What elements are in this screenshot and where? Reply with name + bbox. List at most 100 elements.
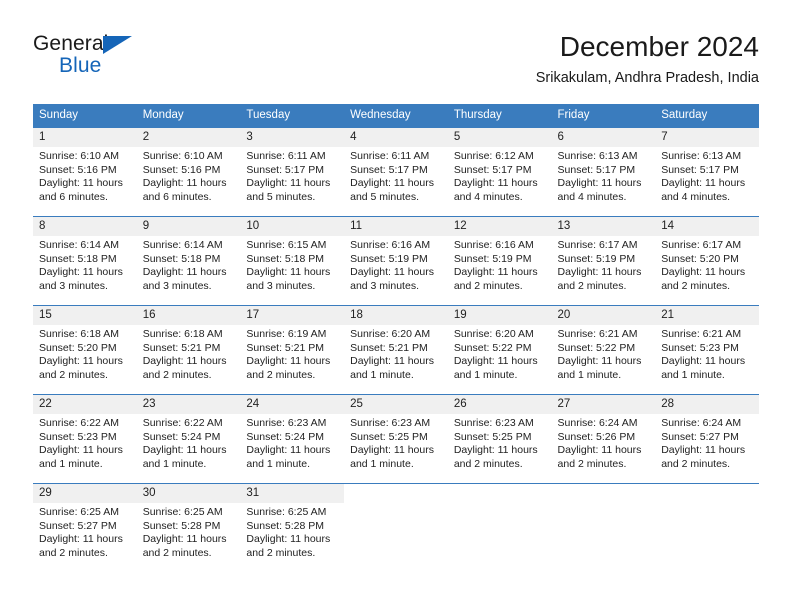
day-info-sunset: Sunset: 5:16 PM	[39, 163, 117, 176]
day-number	[551, 484, 656, 503]
calendar-day-cell[interactable]: 10 Sunrise: 6:15 AM Sunset: 5:18 PM Dayligh…	[240, 216, 345, 293]
calendar-day-cell[interactable]: 5 Sunrise: 6:12 AM Sunset: 5:17 PM Daylight…	[447, 127, 552, 204]
day-sun-info: Sunrise: 6:17 AM Sunset: 5:19 PM Daylight:…	[552, 236, 656, 293]
day-number: 16	[136, 306, 241, 325]
day-cell-content: 21 Sunrise: 6:21 AM Sunset: 5:23 PM Dayligh…	[655, 306, 759, 381]
day-cell-content: 26 Sunrise: 6:23 AM Sunset: 5:25 PM Dayligh…	[447, 395, 552, 470]
day-info-sunset: Sunset: 5:27 PM	[661, 430, 739, 443]
day-cell-content: 22 Sunrise: 6:22 AM Sunset: 5:23 PM Dayligh…	[33, 395, 137, 470]
calendar-day-cell[interactable]: 8 Sunrise: 6:14 AM Sunset: 5:18 PM Daylight…	[33, 216, 137, 292]
calendar-day-cell[interactable]: 4 Sunrise: 6:11 AM Sunset: 5:17 PM Daylight…	[344, 127, 448, 203]
day-cell-content	[551, 484, 656, 556]
day-info-sunrise: Sunrise: 6:16 AM	[350, 239, 431, 251]
day-sun-info: Sunrise: 6:25 AM Sunset: 5:28 PM Daylight:…	[240, 503, 344, 560]
day-info-sunrise: Sunrise: 6:25 AM	[142, 506, 223, 518]
calendar-day-cell[interactable]: 31 Sunrise: 6:25 AM Sunset: 5:28 PM Dayligh…	[240, 483, 345, 560]
day-info-daylight1: Daylight: 11 hours	[246, 177, 331, 190]
calendar-day-cell[interactable]: 11 Sunrise: 6:16 AM Sunset: 5:19 PM Dayligh…	[344, 216, 448, 292]
day-cell-content: 15 Sunrise: 6:18 AM Sunset: 5:20 PM Dayligh…	[33, 306, 137, 381]
day-sun-info: Sunrise: 6:15 AM Sunset: 5:18 PM Daylight:…	[240, 236, 344, 293]
calendar-day-cell[interactable]: 19 Sunrise: 6:20 AM Sunset: 5:22 PM Dayligh…	[447, 305, 552, 381]
calendar-day-cell[interactable]: 26 Sunrise: 6:23 AM Sunset: 5:25 PM Dayligh…	[447, 394, 552, 470]
logo-triangle-icon	[103, 36, 132, 54]
day-sun-info: Sunrise: 6:19 AM Sunset: 5:21 PM Daylight:…	[240, 325, 344, 382]
calendar-day-cell[interactable]: 29 Sunrise: 6:25 AM Sunset: 5:27 PM Dayligh…	[33, 483, 137, 559]
calendar-day-cell[interactable]: 3 Sunrise: 6:11 AM Sunset: 5:17 PM Daylight…	[240, 127, 345, 203]
calendar-table: Sunday Monday Tuesday Wednesday Thursday…	[33, 104, 759, 560]
day-info-daylight1: Daylight: 11 hours	[557, 177, 642, 190]
day-info-sunrise: Sunrise: 6:14 AM	[39, 239, 119, 251]
weekday-header-tuesday: Tuesday	[240, 104, 345, 128]
day-info-sunset: Sunset: 5:24 PM	[246, 430, 325, 443]
day-cell-content: 24 Sunrise: 6:23 AM Sunset: 5:24 PM Dayligh…	[240, 395, 345, 470]
day-info-sunrise: Sunrise: 6:24 AM	[557, 417, 638, 429]
day-info-sunset: Sunset: 5:21 PM	[246, 341, 325, 354]
day-info-sunrise: Sunrise: 6:14 AM	[142, 239, 223, 251]
day-number: 10	[240, 217, 345, 236]
calendar-day-cell[interactable]: 20 Sunrise: 6:21 AM Sunset: 5:22 PM Dayligh…	[551, 305, 656, 381]
day-cell-content: 11 Sunrise: 6:16 AM Sunset: 5:19 PM Dayligh…	[344, 217, 448, 292]
calendar-day-cell[interactable]: 27 Sunrise: 6:24 AM Sunset: 5:26 PM Dayligh…	[551, 394, 656, 470]
calendar-day-cell[interactable]: 16 Sunrise: 6:18 AM Sunset: 5:21 PM Dayligh…	[136, 305, 241, 381]
day-info-sunset: Sunset: 5:18 PM	[246, 252, 325, 265]
day-info-sunset: Sunset: 5:21 PM	[350, 341, 428, 354]
day-info-sunrise: Sunrise: 6:25 AM	[246, 506, 327, 518]
calendar-day-cell[interactable]: 15 Sunrise: 6:18 AM Sunset: 5:20 PM Dayligh…	[33, 305, 137, 381]
day-sun-info: Sunrise: 6:22 AM Sunset: 5:24 PM Daylight:…	[137, 414, 241, 471]
calendar-day-cell[interactable]: 24 Sunrise: 6:23 AM Sunset: 5:24 PM Dayligh…	[240, 394, 345, 470]
day-cell-content: 4 Sunrise: 6:11 AM Sunset: 5:17 PM Daylight…	[344, 128, 448, 203]
day-info-daylight1: Daylight: 11 hours	[350, 266, 434, 279]
day-sun-info: Sunrise: 6:12 AM Sunset: 5:17 PM Daylight:…	[448, 147, 552, 204]
calendar-day-cell[interactable]: 21 Sunrise: 6:21 AM Sunset: 5:23 PM Dayligh…	[655, 305, 759, 381]
day-info-daylight1: Daylight: 11 hours	[39, 444, 123, 457]
day-number: 24	[240, 395, 345, 414]
day-info-sunset: Sunset: 5:17 PM	[661, 163, 739, 176]
calendar-day-cell[interactable]: 6 Sunrise: 6:13 AM Sunset: 5:17 PM Daylight…	[551, 127, 656, 203]
general-blue-logo[interactable]: General Blue	[33, 32, 213, 84]
day-info-daylight1: Daylight: 11 hours	[557, 444, 642, 457]
calendar-week-row: 29 Sunrise: 6:25 AM Sunset: 5:27 PM Dayligh…	[33, 483, 759, 560]
day-info-daylight1: Daylight: 11 hours	[453, 444, 538, 457]
calendar-day-cell[interactable]: 23 Sunrise: 6:22 AM Sunset: 5:24 PM Dayligh…	[136, 394, 241, 471]
calendar-day-cell[interactable]: 12 Sunrise: 6:16 AM Sunset: 5:19 PM Dayligh…	[447, 216, 552, 292]
day-info-daylight1: Daylight: 11 hours	[453, 177, 538, 190]
page-header: General Blue December 2024 Srikakulam, A…	[33, 30, 759, 92]
day-sun-info: Sunrise: 6:25 AM Sunset: 5:28 PM Daylight:…	[137, 503, 241, 560]
day-info-sunrise: Sunrise: 6:20 AM	[453, 328, 534, 340]
calendar-day-cell[interactable]: 28 Sunrise: 6:24 AM Sunset: 5:27 PM Dayligh…	[655, 394, 759, 471]
day-number: 25	[344, 395, 448, 414]
day-info-daylight1: Daylight: 11 hours	[39, 533, 123, 546]
day-info-daylight1: Daylight: 11 hours	[661, 444, 746, 457]
calendar-day-cell[interactable]: 18 Sunrise: 6:20 AM Sunset: 5:21 PM Dayligh…	[344, 305, 448, 381]
day-info-sunrise: Sunrise: 6:19 AM	[246, 328, 327, 340]
day-info-sunrise: Sunrise: 6:15 AM	[246, 239, 327, 251]
day-info-daylight1: Daylight: 11 hours	[661, 266, 746, 279]
day-info-sunset: Sunset: 5:18 PM	[39, 252, 117, 265]
day-info-sunset: Sunset: 5:22 PM	[557, 341, 636, 354]
day-sun-info: Sunrise: 6:24 AM Sunset: 5:27 PM Daylight:…	[655, 414, 759, 471]
day-info-sunrise: Sunrise: 6:25 AM	[39, 506, 119, 518]
calendar-day-cell[interactable]: 9 Sunrise: 6:14 AM Sunset: 5:18 PM Daylight…	[136, 216, 241, 292]
day-sun-info: Sunrise: 6:10 AM Sunset: 5:16 PM Daylight:…	[137, 147, 241, 204]
day-info-sunrise: Sunrise: 6:11 AM	[246, 150, 326, 162]
day-info-sunset: Sunset: 5:20 PM	[39, 341, 117, 354]
calendar-day-cell[interactable]: 1 Sunrise: 6:10 AM Sunset: 5:16 PM Daylight…	[33, 127, 137, 203]
day-sun-info	[552, 503, 656, 506]
day-number: 7	[655, 128, 759, 147]
calendar-day-cell[interactable]: 25 Sunrise: 6:23 AM Sunset: 5:25 PM Dayligh…	[344, 394, 448, 471]
calendar-day-cell[interactable]: 14 Sunrise: 6:17 AM Sunset: 5:20 PM Dayligh…	[655, 216, 759, 292]
calendar-day-cell[interactable]: 13 Sunrise: 6:17 AM Sunset: 5:19 PM Dayligh…	[551, 216, 656, 293]
day-info-sunrise: Sunrise: 6:20 AM	[350, 328, 431, 340]
day-number	[447, 484, 552, 503]
day-info-sunset: Sunset: 5:21 PM	[142, 341, 221, 354]
day-cell-content: 14 Sunrise: 6:17 AM Sunset: 5:20 PM Dayligh…	[655, 217, 759, 292]
calendar-day-cell[interactable]: 22 Sunrise: 6:22 AM Sunset: 5:23 PM Dayligh…	[33, 394, 137, 470]
calendar-day-cell[interactable]: 7 Sunrise: 6:13 AM Sunset: 5:17 PM Daylight…	[655, 127, 759, 203]
calendar-day-cell[interactable]: 2 Sunrise: 6:10 AM Sunset: 5:16 PM Daylight…	[136, 127, 241, 204]
calendar-day-cell[interactable]: 17 Sunrise: 6:19 AM Sunset: 5:21 PM Dayligh…	[240, 305, 345, 382]
day-info-sunset: Sunset: 5:17 PM	[350, 163, 428, 176]
calendar-day-cell[interactable]: 30 Sunrise: 6:25 AM Sunset: 5:28 PM Dayligh…	[136, 483, 241, 560]
day-sun-info: Sunrise: 6:23 AM Sunset: 5:25 PM Daylight:…	[344, 414, 448, 471]
day-cell-content	[655, 484, 759, 556]
logo-text-general: General	[33, 32, 109, 55]
